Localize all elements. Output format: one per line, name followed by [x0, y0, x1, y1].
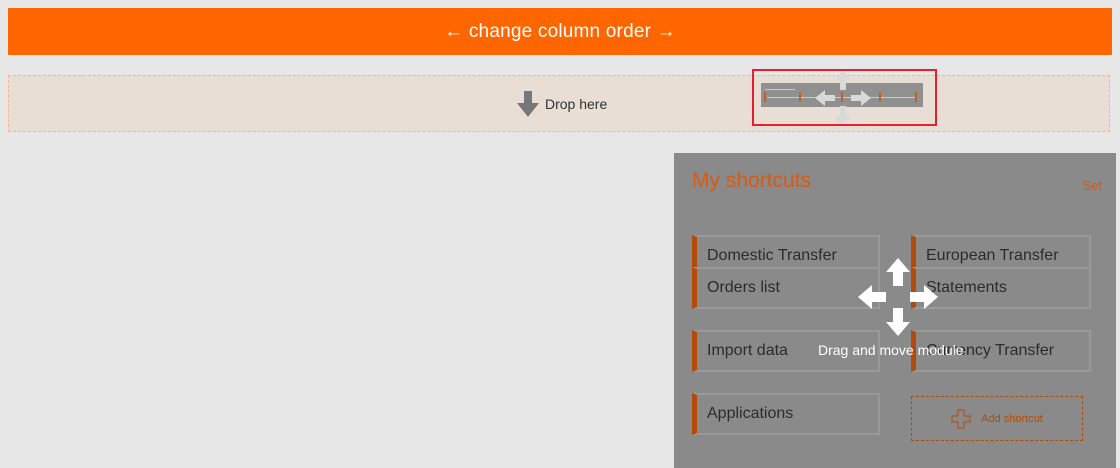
- shortcut-label: Applications: [707, 405, 794, 422]
- shortcut-applications[interactable]: Applications: [692, 393, 880, 435]
- set-link[interactable]: Set: [1082, 178, 1102, 193]
- add-shortcut-button[interactable]: Add shortcut: [911, 396, 1083, 441]
- shortcut-label: Domestic Transfer: [707, 247, 837, 264]
- shortcut-label: European Transfer: [926, 247, 1059, 264]
- drop-here-label: Drop here: [545, 96, 608, 112]
- shortcut-label: Import data: [707, 342, 788, 359]
- change-column-order-bar[interactable]: ← change column order →: [8, 8, 1112, 55]
- add-shortcut-label: Add shortcut: [981, 412, 1043, 425]
- drag-and-move-hint: Drag and move module: [818, 342, 964, 358]
- plus-icon: [951, 409, 971, 428]
- page: ← change column order → Drop here My sho…: [0, 0, 1120, 468]
- module-title: My shortcuts: [692, 169, 812, 192]
- drag-highlight-box: [752, 69, 937, 126]
- shortcut-label: Statements: [926, 279, 1007, 296]
- shortcut-statements[interactable]: Statements: [911, 267, 1091, 309]
- shortcut-orders-list[interactable]: Orders list: [692, 267, 880, 309]
- change-column-order-label: ← change column order →: [444, 20, 676, 42]
- move-arrows-icon[interactable]: [858, 258, 938, 336]
- arrow-down-icon: [517, 91, 539, 117]
- drop-here-hint: Drop here: [517, 91, 607, 117]
- shortcut-label: Orders list: [707, 279, 780, 296]
